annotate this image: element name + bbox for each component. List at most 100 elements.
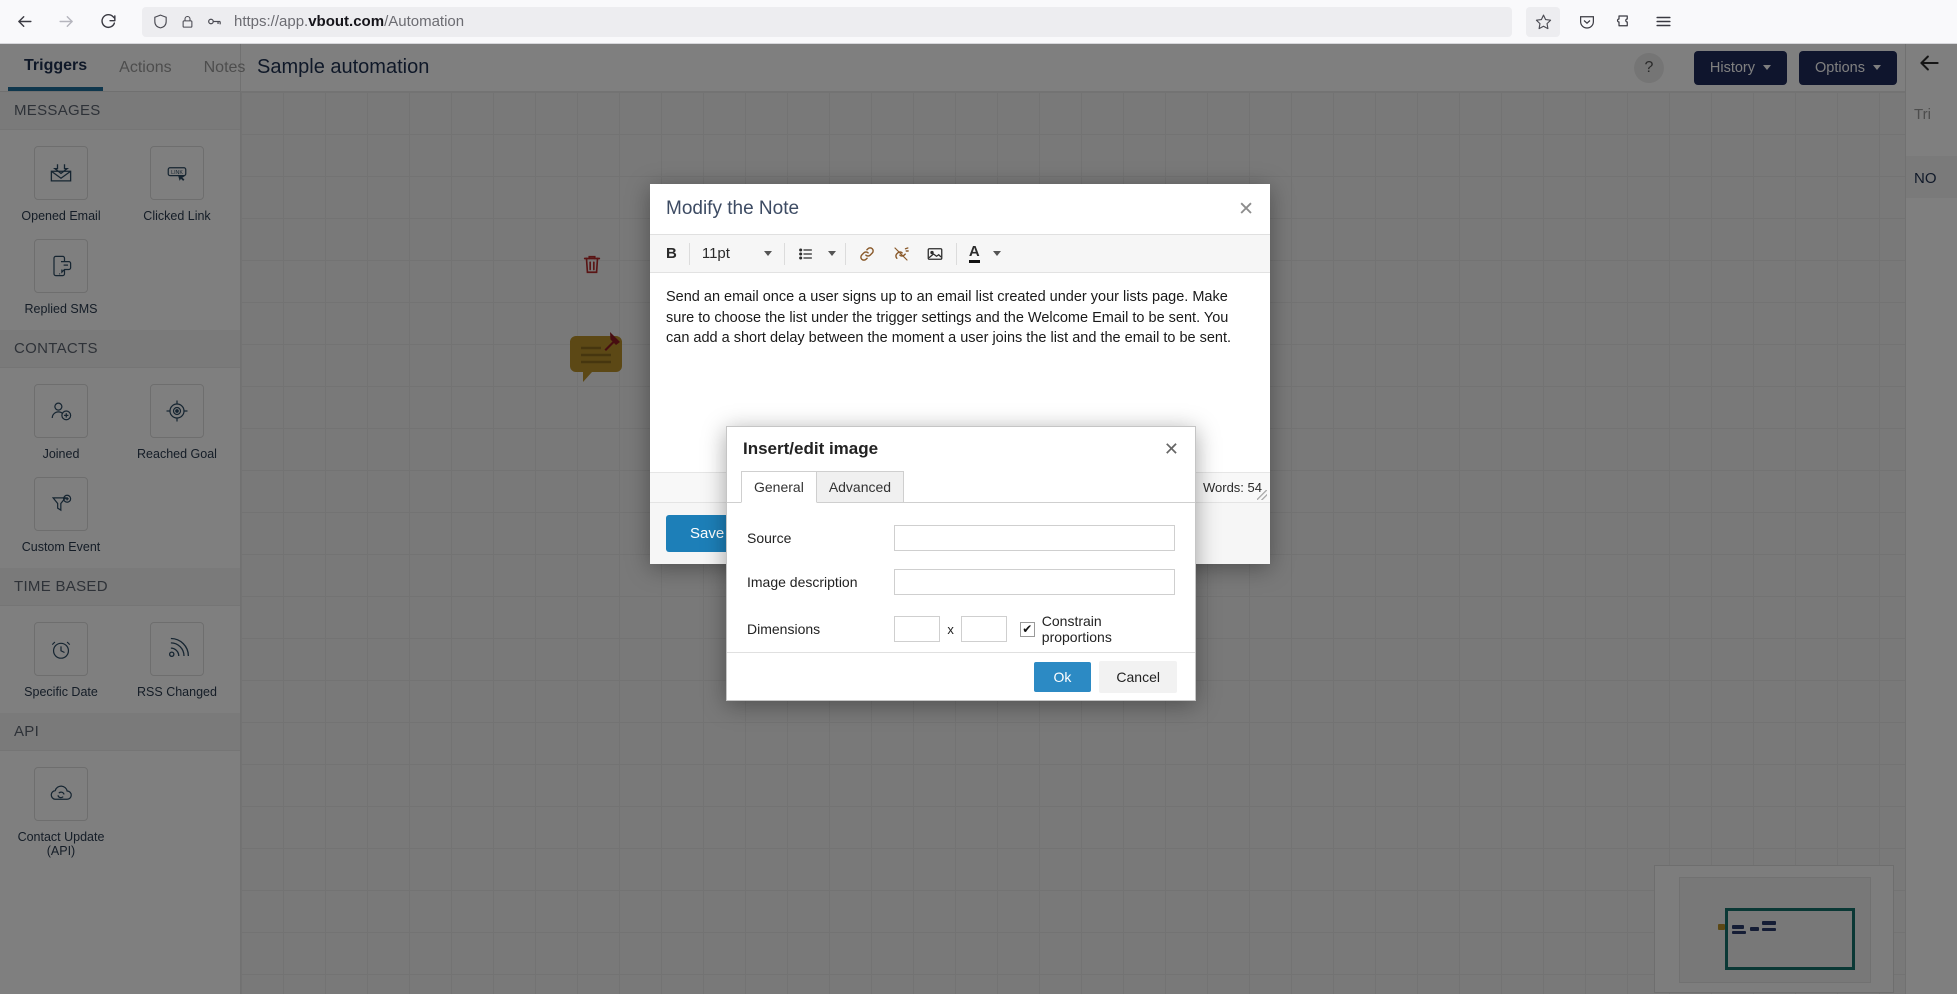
reload-icon[interactable] <box>90 4 126 40</box>
tab-advanced[interactable]: Advanced <box>815 471 905 502</box>
minimap-node <box>1762 928 1776 931</box>
trigger-tile-replied-sms[interactable]: Replied SMS <box>6 239 116 316</box>
close-icon[interactable]: ✕ <box>1238 198 1254 221</box>
tile-row: Specific Date RSS Changed <box>0 622 240 699</box>
rss-icon <box>150 622 204 676</box>
image-description-input[interactable] <box>894 569 1175 595</box>
forward-arrow-icon[interactable] <box>48 4 84 40</box>
browser-toolbar: https://app.vbout.com/Automation <box>0 0 1957 44</box>
star-icon[interactable] <box>1526 6 1560 37</box>
section-title: TIME BASED <box>14 578 108 595</box>
options-button[interactable]: Options <box>1799 50 1897 85</box>
section-title: MESSAGES <box>14 102 101 119</box>
source-row: Source <box>747 525 1175 551</box>
tab-general[interactable]: General <box>741 471 817 503</box>
app-root: Triggers Actions Notes MESSAGES Opened E… <box>0 44 1957 994</box>
bold-button[interactable]: B <box>658 239 685 269</box>
triggers-sidebar: Triggers Actions Notes MESSAGES Opened E… <box>0 44 245 994</box>
tab-triggers[interactable]: Triggers <box>8 44 104 91</box>
minimap-node <box>1732 931 1746 934</box>
source-input[interactable] <box>894 525 1175 551</box>
alarm-clock-icon <box>34 622 88 676</box>
bullet-list-icon[interactable] <box>789 239 823 269</box>
section-title: API <box>14 723 40 740</box>
sticky-note-pin-icon[interactable] <box>566 330 628 393</box>
tile-label: RSS Changed <box>137 685 217 699</box>
trigger-tile-rss-changed[interactable]: RSS Changed <box>122 622 232 699</box>
extensions-icon[interactable] <box>1608 5 1642 39</box>
shield-icon <box>152 13 169 30</box>
ok-label: Ok <box>1053 668 1072 685</box>
tile-label: Specific Date <box>24 685 98 699</box>
minimap-node <box>1750 927 1759 931</box>
link-click-icon: LINK <box>150 146 204 200</box>
target-icon <box>150 384 204 438</box>
image-dialog-footer: Ok Cancel <box>727 652 1195 700</box>
tile-label: Contact Update (API) <box>17 830 105 858</box>
minimap-viewport-rect[interactable] <box>1725 908 1855 970</box>
tile-row: Custom Event <box>0 477 240 554</box>
chevron-down-icon <box>827 251 836 256</box>
history-button[interactable]: History <box>1693 50 1788 85</box>
minimap-content <box>1679 877 1871 983</box>
section-title: CONTACTS <box>14 340 98 357</box>
trigger-tile-opened-email[interactable]: Opened Email <box>6 146 116 223</box>
trigger-tile-specific-date[interactable]: Specific Date <box>6 622 116 699</box>
tile-row: Opened Email LINK Clicked Link <box>0 146 240 223</box>
tile-row: Replied SMS <box>0 239 240 316</box>
close-icon[interactable]: ✕ <box>1164 439 1179 460</box>
trigger-tile-clicked-link[interactable]: LINK Clicked Link <box>122 146 232 223</box>
back-arrow-icon[interactable] <box>6 4 42 40</box>
cancel-button[interactable]: Cancel <box>1099 660 1177 693</box>
dimensions-row: Dimensions x ✔ Constrain proportions <box>747 613 1175 645</box>
section-body-api: Contact Update (API) <box>0 751 240 872</box>
font-size-select[interactable]: 11pt <box>694 239 780 269</box>
toolbar-divider <box>688 242 690 265</box>
automation-header: Sample automation ? History Options <box>241 44 1957 92</box>
tile-label: Custom Event <box>21 540 101 554</box>
tile-label: Replied SMS <box>24 302 98 316</box>
text-color-button[interactable]: A <box>961 239 988 269</box>
user-add-icon <box>34 384 88 438</box>
section-body-messages: Opened Email LINK Clicked Link Replied S… <box>0 130 240 330</box>
constrain-proportions-control[interactable]: ✔ Constrain proportions <box>1019 613 1175 645</box>
height-input[interactable] <box>960 616 1007 642</box>
question-mark-icon[interactable]: ? <box>1633 52 1664 83</box>
trigger-tile-contact-update-api[interactable]: Contact Update (API) <box>6 767 116 858</box>
trash-icon[interactable] <box>581 252 603 282</box>
trigger-tile-reached-goal[interactable]: Reached Goal <box>122 384 232 461</box>
minimap-node <box>1718 924 1725 930</box>
constrain-proportions-checkbox[interactable]: ✔ <box>1019 621 1035 637</box>
section-header-contacts: CONTACTS <box>0 330 240 368</box>
resize-grip[interactable] <box>1257 490 1267 500</box>
hamburger-menu-icon[interactable] <box>1646 5 1680 39</box>
tile-label: Clicked Link <box>143 209 211 223</box>
chevron-down-icon <box>1873 65 1881 70</box>
svg-text:LINK: LINK <box>171 170 183 176</box>
chevron-down-icon <box>763 251 772 256</box>
ok-button[interactable]: Ok <box>1033 661 1092 692</box>
tile-row: Contact Update (API) <box>0 767 240 858</box>
trigger-tile-joined[interactable]: Joined <box>6 384 116 461</box>
tab-notes[interactable]: Notes <box>188 44 262 91</box>
bullet-list-dropdown[interactable] <box>823 239 841 269</box>
modify-note-dialog-header: Modify the Note ✕ <box>650 184 1270 235</box>
width-input[interactable] <box>894 616 941 642</box>
cloud-sync-icon <box>34 767 88 821</box>
tab-general-label: General <box>754 479 804 495</box>
url-bar[interactable]: https://app.vbout.com/Automation <box>142 6 1512 37</box>
key-icon[interactable] <box>206 13 223 30</box>
text-color-dropdown[interactable] <box>988 239 1006 269</box>
trigger-tile-custom-event[interactable]: Custom Event <box>6 477 116 554</box>
image-icon[interactable] <box>918 239 952 269</box>
canvas-minimap[interactable] <box>1654 865 1894 993</box>
modify-note-dialog-title: Modify the Note <box>666 198 800 219</box>
tab-actions[interactable]: Actions <box>103 44 187 91</box>
image-dialog-title: Insert/edit image <box>743 439 879 458</box>
unlink-icon[interactable] <box>884 239 918 269</box>
word-count: Words: 54 <box>1202 480 1262 495</box>
link-icon[interactable] <box>850 239 884 269</box>
url-text: https://app.vbout.com/Automation <box>234 13 465 30</box>
back-arrow-icon[interactable] <box>1916 50 1942 83</box>
pocket-icon[interactable] <box>1570 5 1604 39</box>
